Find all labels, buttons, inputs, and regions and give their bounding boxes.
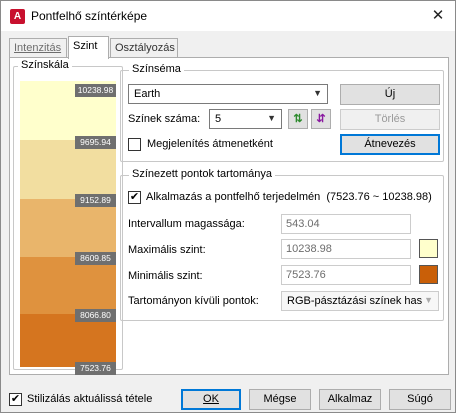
min-color-swatch[interactable] (419, 265, 438, 284)
interval-height-label: Intervallum magassága: (128, 218, 245, 230)
new-scheme-button[interactable]: Új (340, 84, 440, 105)
color-count-label: Színek száma: (128, 113, 201, 125)
apply-button[interactable]: Alkalmaz (319, 389, 381, 410)
outside-range-select[interactable]: RGB-pásztázási színek has ▼ (281, 291, 439, 311)
scale-label: 8066.80 (75, 309, 116, 322)
scale-label: 9152.89 (75, 194, 116, 207)
rename-scheme-button[interactable]: Átnevezés (340, 134, 440, 155)
scale-label: 8609.85 (75, 252, 116, 265)
tab-intensity[interactable]: Intenzitás (9, 38, 67, 58)
show-gradient-checkbox[interactable] (128, 138, 141, 151)
cancel-button[interactable]: Mégse (249, 389, 311, 410)
color-scheme-title: Színséma (129, 63, 184, 75)
tab-classification[interactable]: Osztályozás (110, 38, 178, 58)
outside-range-label: Tartományon kívüli pontok: (128, 295, 259, 307)
apply-extent-row: Alkalmazás a pontfelhő terjedelmén (7523… (146, 191, 439, 203)
max-color-swatch[interactable] (419, 239, 438, 258)
apply-extent-checkbox[interactable]: ✔ (128, 191, 141, 204)
elevation-tab-panel: Színskála 10238.98 9695.94 9152.89 8609.… (9, 57, 449, 375)
apply-extent-label: Alkalmazás a pontfelhő terjedelmén (146, 191, 321, 203)
color-scheme-group: Színséma Earth ▼ Új Színek száma: 5 ▼ ⇅ … (120, 63, 444, 162)
ok-button-label: OK (203, 393, 219, 405)
min-elevation-label: Minimális szint: (128, 270, 203, 282)
color-scale-title: Színskála (18, 59, 72, 71)
scale-label: 9695.94 (75, 136, 116, 149)
chevron-down-icon: ▼ (313, 88, 322, 98)
window-title: Pontfelhő színtérképe (31, 9, 148, 23)
title-bar: A Pontfelhő színtérképe ✕ (1, 1, 455, 31)
scale-label: 7523.76 (75, 362, 116, 375)
point-cloud-color-map-dialog: A Pontfelhő színtérképe ✕ Intenzitás Szi… (0, 0, 456, 413)
chevron-down-icon: ▼ (424, 295, 433, 305)
min-elevation-field[interactable]: 7523.76 (281, 265, 411, 285)
ok-button[interactable]: OK (181, 389, 241, 410)
color-scale-group: Színskála 10238.98 9695.94 9152.89 8609.… (13, 59, 123, 375)
close-icon[interactable]: ✕ (427, 5, 449, 27)
scale-label: 10238.98 (75, 84, 116, 97)
help-button[interactable]: Súgó (389, 389, 451, 410)
max-elevation-field[interactable]: 10238.98 (281, 239, 411, 259)
colored-points-range-title: Színezett pontok tartománya (129, 168, 276, 180)
delete-scheme-button[interactable]: Törlés (340, 109, 440, 130)
color-scheme-value: Earth (134, 88, 161, 100)
tab-elevation[interactable]: Szint (68, 36, 109, 59)
outside-range-value: RGB-pásztázási színek has (287, 295, 423, 307)
interval-height-field[interactable]: 543.04 (281, 214, 411, 234)
color-scale-bar: 10238.98 9695.94 9152.89 8609.85 8066.80… (20, 81, 116, 375)
color-count-value: 5 (215, 113, 222, 125)
max-elevation-label: Maximális szint: (128, 244, 206, 256)
stylize-current-checkbox[interactable]: ✔ (9, 393, 22, 406)
scale-band-4 (20, 257, 116, 314)
color-scheme-select[interactable]: Earth ▼ (128, 84, 328, 104)
colored-points-range-group: Színezett pontok tartománya ✔ Alkalmazás… (120, 168, 444, 321)
stylize-current-label: Stilizálás aktuálissá tétele (27, 393, 153, 405)
autocad-app-icon: A (10, 9, 25, 24)
swap-colors-icon[interactable]: ⇅ (288, 109, 308, 129)
chevron-down-icon: ▼ (267, 113, 276, 123)
apply-extent-range: (7523.76 ~ 10238.98) (326, 191, 432, 203)
color-count-select[interactable]: 5 ▼ (209, 109, 282, 129)
show-gradient-label: Megjelenítés átmenetként (147, 138, 273, 150)
scale-band-3 (20, 199, 116, 257)
invert-colors-icon[interactable]: ⇵ (311, 109, 331, 129)
